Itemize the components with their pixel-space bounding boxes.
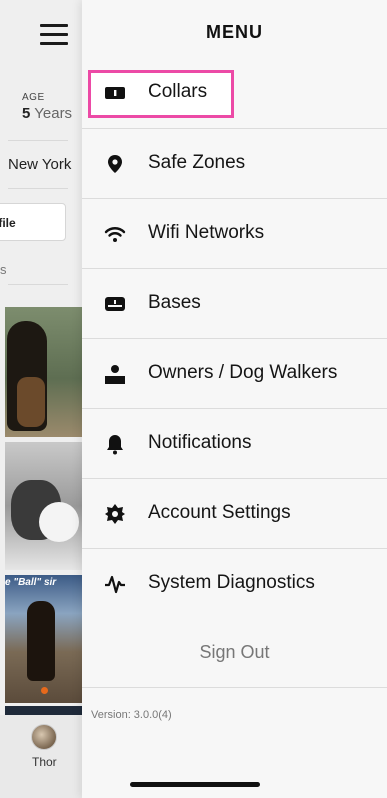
- menu-item-label: Notifications: [148, 432, 252, 453]
- dog-tab-bar: Thor: [0, 715, 85, 798]
- dog-avatar[interactable]: [31, 724, 57, 750]
- age-number: 5: [22, 105, 31, 122]
- location-pin-icon: [108, 155, 122, 173]
- photo-caption: e "Ball" sir: [5, 577, 57, 588]
- side-menu: MENU Collars Safe Zones Wifi Networks Ba…: [82, 0, 387, 798]
- divider: [8, 188, 68, 189]
- wifi-icon: [104, 227, 126, 242]
- menu-title: MENU: [206, 22, 263, 42]
- profile-button-label: ofile: [0, 216, 16, 230]
- menu-item-label: Owners / Dog Walkers: [148, 362, 338, 383]
- hamburger-menu-icon[interactable]: [40, 24, 68, 46]
- sign-out-button[interactable]: Sign Out: [82, 618, 387, 688]
- menu-item-label: Safe Zones: [148, 152, 246, 173]
- profile-screen-background: AGE 5 Years New York ofile s e "Ball" si…: [0, 0, 85, 798]
- menu-item-label: System Diagnostics: [148, 572, 315, 593]
- pulse-icon: [105, 575, 125, 594]
- person-icon: [105, 365, 125, 384]
- menu-item-notifications[interactable]: Notifications: [82, 408, 387, 478]
- dog-tab-name[interactable]: Thor: [32, 755, 57, 769]
- dog-photo[interactable]: e "Ball" sir: [5, 575, 83, 703]
- city-text: New York: [8, 156, 72, 173]
- version-text: Version: 3.0.0(4): [91, 709, 172, 721]
- dog-photo[interactable]: [5, 307, 83, 437]
- menu-item-collars[interactable]: Collars: [82, 58, 387, 128]
- base-station-icon: [105, 297, 125, 311]
- menu-item-label: Account Settings: [148, 502, 291, 523]
- home-indicator[interactable]: [130, 782, 260, 787]
- divider: [8, 284, 68, 285]
- menu-item-system-diagnostics[interactable]: System Diagnostics: [82, 548, 387, 618]
- age-label: AGE: [22, 92, 45, 103]
- edit-profile-button[interactable]: ofile: [0, 203, 66, 241]
- menu-item-owners-dog-walkers[interactable]: Owners / Dog Walkers: [82, 338, 387, 408]
- divider: [8, 140, 68, 141]
- menu-item-safe-zones[interactable]: Safe Zones: [82, 128, 387, 198]
- menu-item-label: Wifi Networks: [148, 222, 265, 243]
- age-value: 5 Years: [22, 105, 72, 122]
- menu-item-account-settings[interactable]: Account Settings: [82, 478, 387, 548]
- bell-icon: [107, 435, 123, 455]
- sign-out-label: Sign Out: [199, 642, 270, 662]
- menu-item-bases[interactable]: Bases: [82, 268, 387, 338]
- gear-icon: [105, 504, 125, 524]
- menu-item-label: Collars: [148, 81, 208, 102]
- dog-photo[interactable]: [5, 442, 83, 570]
- menu-list: Collars Safe Zones Wifi Networks Bases O…: [82, 58, 387, 688]
- collar-icon: [105, 87, 125, 99]
- menu-item-label: Bases: [148, 292, 201, 313]
- menu-item-wifi-networks[interactable]: Wifi Networks: [82, 198, 387, 268]
- age-unit: Years: [34, 105, 73, 122]
- section-label: s: [0, 262, 7, 277]
